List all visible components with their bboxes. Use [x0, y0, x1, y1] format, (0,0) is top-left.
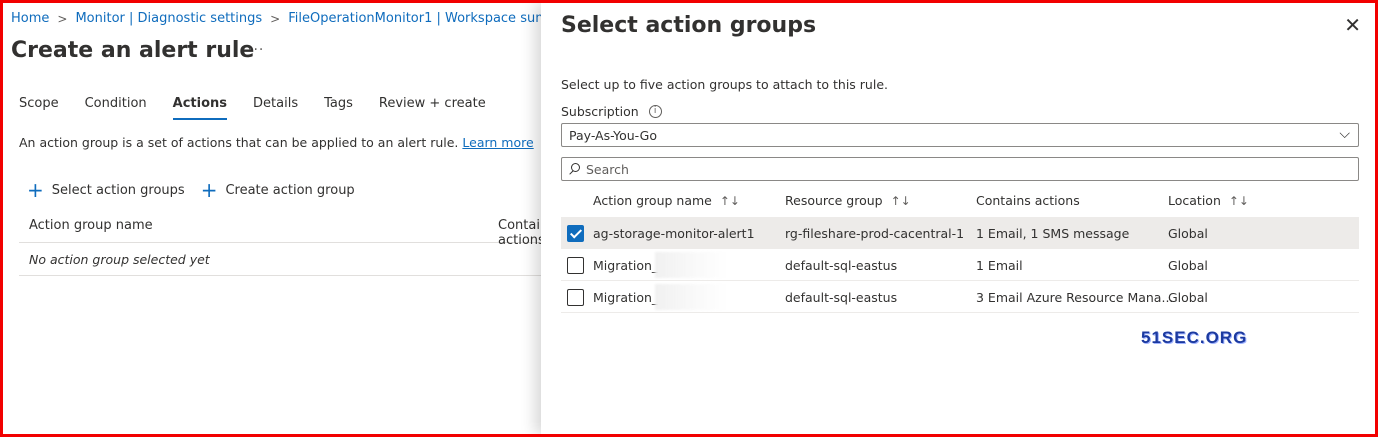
- row-location: Global: [1168, 226, 1208, 241]
- chevron-right-icon: >: [57, 11, 68, 26]
- row-name: Migration_: [593, 258, 659, 273]
- plus-icon: +: [200, 178, 218, 202]
- row-name: Migration_: [593, 290, 659, 305]
- tab-details[interactable]: Details: [253, 96, 298, 120]
- table-row[interactable]: Migration_ default-sql-eastus 3 Email Az…: [561, 281, 1359, 313]
- watermark: 51SEC.ORG: [1141, 328, 1248, 347]
- tab-condition[interactable]: Condition: [85, 96, 147, 120]
- column-location-label: Location: [1168, 193, 1221, 208]
- more-options-icon[interactable]: ···: [248, 42, 264, 58]
- tab-scope[interactable]: Scope: [19, 96, 59, 120]
- info-icon[interactable]: i: [648, 105, 662, 118]
- subscription-dropdown[interactable]: Pay-As-You-Go ⌵: [561, 123, 1359, 147]
- row-checkbox[interactable]: [567, 289, 584, 306]
- grid-header: Action group name ↑↓ Resource group ↑↓ C…: [561, 185, 1359, 217]
- sort-icon: ↑↓: [1228, 193, 1249, 208]
- select-action-groups-button[interactable]: + Select action groups: [27, 180, 185, 200]
- table-row[interactable]: ag-storage-monitor-alert1 rg-fileshare-p…: [561, 217, 1359, 249]
- subscription-value: Pay-As-You-Go: [569, 128, 657, 143]
- row-resource-group: default-sql-eastus: [785, 258, 898, 273]
- sort-icon: ↑↓: [890, 193, 911, 208]
- row-actions: 1 Email: [976, 258, 1023, 273]
- column-header-contains-actions: Contains actions: [976, 193, 1080, 208]
- create-action-group-label: Create action group: [225, 182, 355, 198]
- action-groups-table-header: Action group name Contains actions: [19, 210, 545, 248]
- learn-more-link[interactable]: Learn more: [462, 135, 533, 150]
- column-contains-actions-label: Contains actions: [976, 193, 1080, 208]
- row-actions: 1 Email, 1 SMS message: [976, 226, 1130, 241]
- panel-title: Select action groups: [561, 13, 817, 38]
- subscription-label: Subscription: [561, 104, 639, 119]
- breadcrumb-workspace[interactable]: FileOperationMonitor1 | Workspace summar…: [288, 11, 545, 26]
- tab-review-create[interactable]: Review + create: [379, 96, 486, 120]
- row-location: Global: [1168, 258, 1208, 273]
- tab-actions[interactable]: Actions: [172, 96, 228, 120]
- chevron-right-icon: >: [270, 11, 281, 26]
- row-resource-group: rg-fileshare-prod-cacentral-1: [785, 226, 965, 241]
- create-action-group-button[interactable]: + Create action group: [201, 180, 355, 200]
- row-location: Global: [1168, 290, 1208, 305]
- page-title: Create an alert rule: [11, 38, 255, 63]
- row-checkbox[interactable]: [567, 225, 584, 242]
- table-row[interactable]: Migration_ default-sql-eastus 1 Email Gl…: [561, 249, 1359, 281]
- alert-rule-page: Home > Monitor | Diagnostic settings > F…: [0, 0, 545, 437]
- select-action-groups-panel: Select action groups ✕ Select up to five…: [541, 3, 1375, 434]
- column-header-resource-group[interactable]: Resource group ↑↓: [785, 193, 911, 208]
- command-bar: + Select action groups + Create action g…: [27, 180, 371, 200]
- wizard-tabs: Scope Condition Actions Details Tags Rev…: [19, 96, 512, 120]
- action-groups-grid: Action group name ↑↓ Resource group ↑↓ C…: [561, 185, 1359, 313]
- subscription-label-row: Subscription i: [561, 104, 662, 119]
- search-input[interactable]: [586, 161, 1286, 177]
- chevron-down-icon: ⌵: [1339, 126, 1350, 142]
- search-icon: [568, 163, 580, 175]
- column-name-label: Action group name: [593, 193, 712, 208]
- tab-tags[interactable]: Tags: [324, 96, 353, 120]
- sort-icon: ↑↓: [719, 193, 740, 208]
- column-header-location[interactable]: Location ↑↓: [1168, 193, 1249, 208]
- empty-table-row: No action group selected yet: [19, 243, 545, 276]
- row-checkbox[interactable]: [567, 257, 584, 274]
- breadcrumb-diagnostic-settings[interactable]: Monitor | Diagnostic settings: [75, 11, 262, 26]
- row-name: ag-storage-monitor-alert1: [593, 226, 755, 241]
- description-text: An action group is a set of actions that…: [19, 135, 459, 150]
- row-resource-group: default-sql-eastus: [785, 290, 898, 305]
- column-resource-group-label: Resource group: [785, 193, 883, 208]
- close-icon[interactable]: ✕: [1344, 15, 1361, 35]
- panel-instructions: Select up to five action groups to attac…: [561, 77, 888, 92]
- search-box[interactable]: [561, 157, 1359, 181]
- column-header-name[interactable]: Action group name ↑↓: [593, 193, 740, 208]
- redacted-text: [655, 252, 729, 278]
- select-action-groups-label: Select action groups: [51, 182, 185, 198]
- column-action-group-name: Action group name: [29, 218, 153, 233]
- plus-icon: +: [27, 178, 44, 202]
- actions-description: An action group is a set of actions that…: [19, 135, 534, 150]
- empty-message: No action group selected yet: [29, 252, 210, 267]
- redacted-text: [655, 284, 729, 310]
- breadcrumb-home[interactable]: Home: [11, 11, 49, 26]
- breadcrumb: Home > Monitor | Diagnostic settings > F…: [11, 11, 545, 26]
- row-actions: 3 Email Azure Resource Mana...: [976, 290, 1174, 305]
